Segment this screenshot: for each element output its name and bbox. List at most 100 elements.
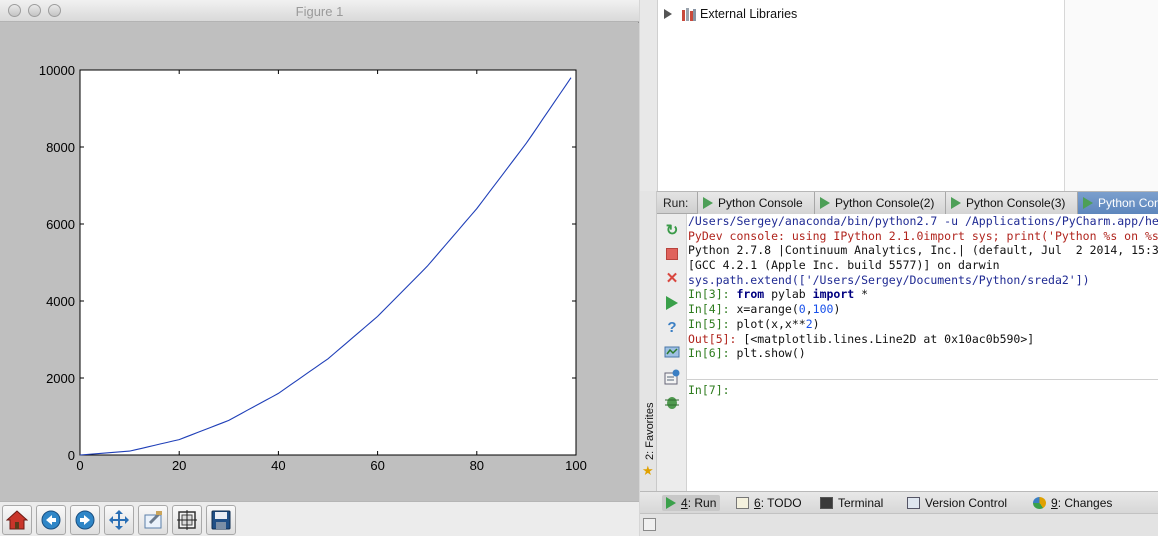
- console-code: pylab: [764, 287, 813, 302]
- subplots-icon: [177, 510, 197, 530]
- subplots-button[interactable]: [172, 505, 202, 535]
- plot-canvas[interactable]: 0 20 40 60 80 100 0 2000 4000 6000 8000 10000: [0, 23, 639, 501]
- console-code: *: [854, 287, 869, 302]
- close-console-icon[interactable]: ✕: [664, 270, 680, 287]
- new-console-icon[interactable]: [664, 369, 680, 385]
- tool-version-control[interactable]: Version Control: [907, 495, 1007, 511]
- help-icon[interactable]: ?: [664, 319, 680, 336]
- console-code: plt.show(): [736, 346, 806, 361]
- version-control-icon: [907, 497, 920, 509]
- tab-python-console-4[interactable]: Python Console(4): [1077, 192, 1158, 214]
- execute-icon[interactable]: [664, 295, 680, 311]
- console-toolbar: ↻ ✕ ?: [657, 214, 687, 491]
- tab-python-console-3[interactable]: Python Console(3): [945, 192, 1077, 214]
- tab-python-console[interactable]: Python Console: [697, 192, 814, 214]
- tab-label: Python Console: [718, 196, 803, 210]
- home-icon: [6, 510, 28, 530]
- tool-label: : TODO: [760, 496, 802, 510]
- console-code: import: [812, 287, 855, 302]
- y-tick-label: 2000: [46, 371, 75, 386]
- save-icon: [211, 510, 231, 530]
- y-tick-label: 0: [68, 448, 75, 463]
- todo-icon: [736, 497, 749, 509]
- line-chart: 0 20 40 60 80 100 0 2000 4000 6000 8000 10000: [39, 63, 587, 473]
- input-prompt[interactable]: In[7]:: [688, 383, 730, 398]
- x-tick-label: 100: [565, 458, 587, 473]
- toggle-tool-windows-icon[interactable]: [643, 518, 656, 531]
- play-icon: [703, 197, 713, 209]
- x-tick-label: 0: [76, 458, 83, 473]
- console-prompt: Out[5]:: [688, 331, 744, 346]
- console-line: [GCC 4.2.1 (Apple Inc. build 5577)] on d…: [688, 258, 1000, 273]
- tree-item-label: External Libraries: [700, 7, 798, 21]
- project-side-panel: [1064, 0, 1158, 191]
- left-tool-strip: 2: Favorites ★: [640, 191, 657, 491]
- play-icon: [820, 197, 830, 209]
- console-prompt: In[3]:: [688, 287, 737, 302]
- console-history-line: In[4]: x=arange(0,100): [688, 302, 1158, 317]
- play-icon: [951, 197, 961, 209]
- rerun-icon[interactable]: ↻: [664, 222, 680, 239]
- console-code: ,: [805, 302, 813, 317]
- forward-button[interactable]: [70, 505, 100, 535]
- tool-changes[interactable]: 9: Changes: [1033, 495, 1112, 511]
- tab-label: Python Console(3): [966, 196, 1066, 210]
- console-input-area[interactable]: In[7]:: [687, 379, 1158, 491]
- bottom-tool-bar: 4: Run 6: TODO Terminal Version Control …: [640, 491, 1158, 513]
- console-prompt: In[5]:: [688, 316, 737, 331]
- run-tab-bar: Run: Python Console Python Console(2) Py…: [657, 191, 1158, 214]
- back-button[interactable]: [36, 505, 66, 535]
- console-history-line: In[5]: plot(x,x**2): [688, 317, 1158, 332]
- zoom-icon: [144, 511, 162, 529]
- x-tick-label: 60: [370, 458, 384, 473]
- console-code: 100: [812, 302, 834, 317]
- expand-triangle-icon[interactable]: [664, 9, 673, 19]
- play-icon: [1083, 197, 1093, 209]
- debug-icon[interactable]: [664, 394, 680, 410]
- tool-key: 4: [681, 496, 688, 510]
- tool-run[interactable]: 4: Run: [662, 495, 721, 511]
- tool-label: Terminal: [838, 496, 884, 510]
- console-code: ): [812, 316, 820, 331]
- tab-python-console-2[interactable]: Python Console(2): [814, 192, 945, 214]
- console-line: Python 2.7.8 |Continuum Analytics, Inc.|…: [688, 243, 1158, 258]
- python-console[interactable]: /Users/Sergey/anaconda/bin/python2.7 -u …: [687, 214, 1158, 491]
- tool-terminal[interactable]: Terminal: [820, 495, 883, 511]
- console-code: 0: [798, 302, 806, 317]
- console-history: In[3]: from pylab import * In[4]: x=arang…: [688, 287, 1158, 360]
- y-tick-label: 4000: [46, 294, 75, 309]
- figure-toolbar: [0, 501, 639, 536]
- forward-arrow-icon: [75, 510, 95, 530]
- pycharm-ide: 2: Favorites ★ External Libraries Run: P…: [640, 0, 1158, 536]
- console-code: [<matplotlib.lines.Line2D at 0x10ac0b590…: [743, 331, 1035, 346]
- console-code: 2: [805, 316, 813, 331]
- pan-button[interactable]: [104, 505, 134, 535]
- console-history-line: In[6]: plt.show(): [688, 346, 1158, 361]
- console-code: plot(x,x**: [736, 316, 806, 331]
- tool-key: 9: [1051, 496, 1058, 510]
- save-button[interactable]: [206, 505, 236, 535]
- favorites-tab[interactable]: 2: Favorites: [644, 390, 656, 460]
- tab-label: Python Console(2): [835, 196, 935, 210]
- tool-todo[interactable]: 6: TODO: [736, 495, 802, 511]
- stop-icon[interactable]: [664, 246, 680, 262]
- variables-icon[interactable]: [664, 344, 680, 360]
- console-code: from: [736, 287, 765, 302]
- zoom-button[interactable]: [138, 505, 168, 535]
- library-icon: [682, 7, 696, 21]
- run-label: Run:: [663, 196, 689, 210]
- favorites-star-icon: ★: [642, 463, 654, 478]
- console-history-line: Out[5]: [<matplotlib.lines.Line2D at 0x1…: [688, 332, 1158, 347]
- console-line: PyDev console: using IPython 2.1.0import…: [688, 228, 1158, 243]
- pan-icon: [109, 510, 129, 530]
- console-prompt: In[4]:: [688, 302, 737, 317]
- console-output: /Users/Sergey/anaconda/bin/python2.7 -u …: [688, 214, 1158, 379]
- tool-label: : Run: [687, 496, 717, 510]
- x-tick-label: 20: [172, 458, 186, 473]
- axes-frame: [79, 69, 577, 456]
- console-line: sys.path.extend(['/Users/Sergey/Document…: [688, 272, 1090, 287]
- home-button[interactable]: [2, 505, 32, 535]
- figure-titlebar: Figure 1: [0, 0, 639, 22]
- console-code: ): [833, 302, 841, 317]
- tree-item-external-libraries[interactable]: External Libraries: [664, 5, 797, 23]
